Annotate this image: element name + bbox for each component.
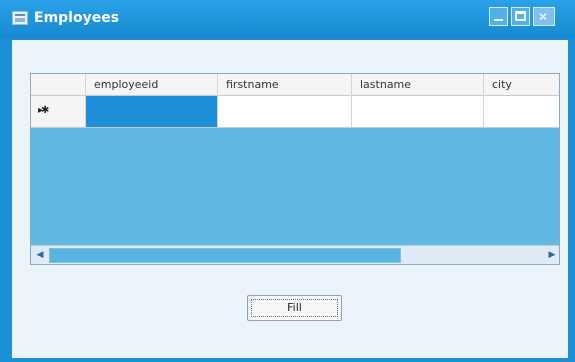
client-area: employeeid firstname lastname city ▸✱ ◀ …	[12, 40, 568, 358]
cell-city[interactable]	[484, 96, 559, 127]
cell-lastname[interactable]	[352, 96, 484, 127]
scroll-thumb[interactable]	[49, 248, 401, 263]
column-header-employeeid[interactable]: employeeid	[86, 74, 218, 96]
row-header[interactable]: ▸✱	[31, 96, 86, 127]
new-row-marker-icon: ▸✱	[38, 105, 49, 116]
close-icon: ✕	[538, 10, 549, 24]
employees-window: Employees ✕ employeeid firstname lastnam…	[0, 0, 575, 362]
grid-header: employeeid firstname lastname city	[31, 74, 559, 96]
fill-button[interactable]: Fill	[247, 295, 342, 321]
close-button[interactable]: ✕	[533, 7, 555, 26]
scroll-right-icon[interactable]: ▶	[545, 249, 559, 262]
row-header-corner[interactable]	[31, 74, 86, 96]
minimize-icon	[494, 19, 503, 21]
maximize-button[interactable]	[511, 7, 530, 26]
table-row[interactable]: ▸✱	[31, 96, 559, 128]
scroll-left-icon[interactable]: ◀	[33, 249, 47, 262]
column-header-city[interactable]: city	[484, 74, 559, 96]
horizontal-scrollbar[interactable]: ◀ ▶	[31, 245, 559, 264]
minimize-button[interactable]	[489, 7, 508, 26]
window-title: Employees	[34, 10, 120, 26]
employees-datagrid[interactable]: employeeid firstname lastname city ▸✱ ◀ …	[30, 73, 560, 265]
maximize-icon	[515, 11, 526, 21]
column-header-lastname[interactable]: lastname	[352, 74, 484, 96]
form-icon	[12, 11, 28, 25]
cell-firstname[interactable]	[218, 96, 352, 127]
cell-employeeid[interactable]	[86, 96, 218, 127]
title-bar[interactable]: Employees ✕	[0, 0, 575, 38]
column-header-firstname[interactable]: firstname	[218, 74, 352, 96]
